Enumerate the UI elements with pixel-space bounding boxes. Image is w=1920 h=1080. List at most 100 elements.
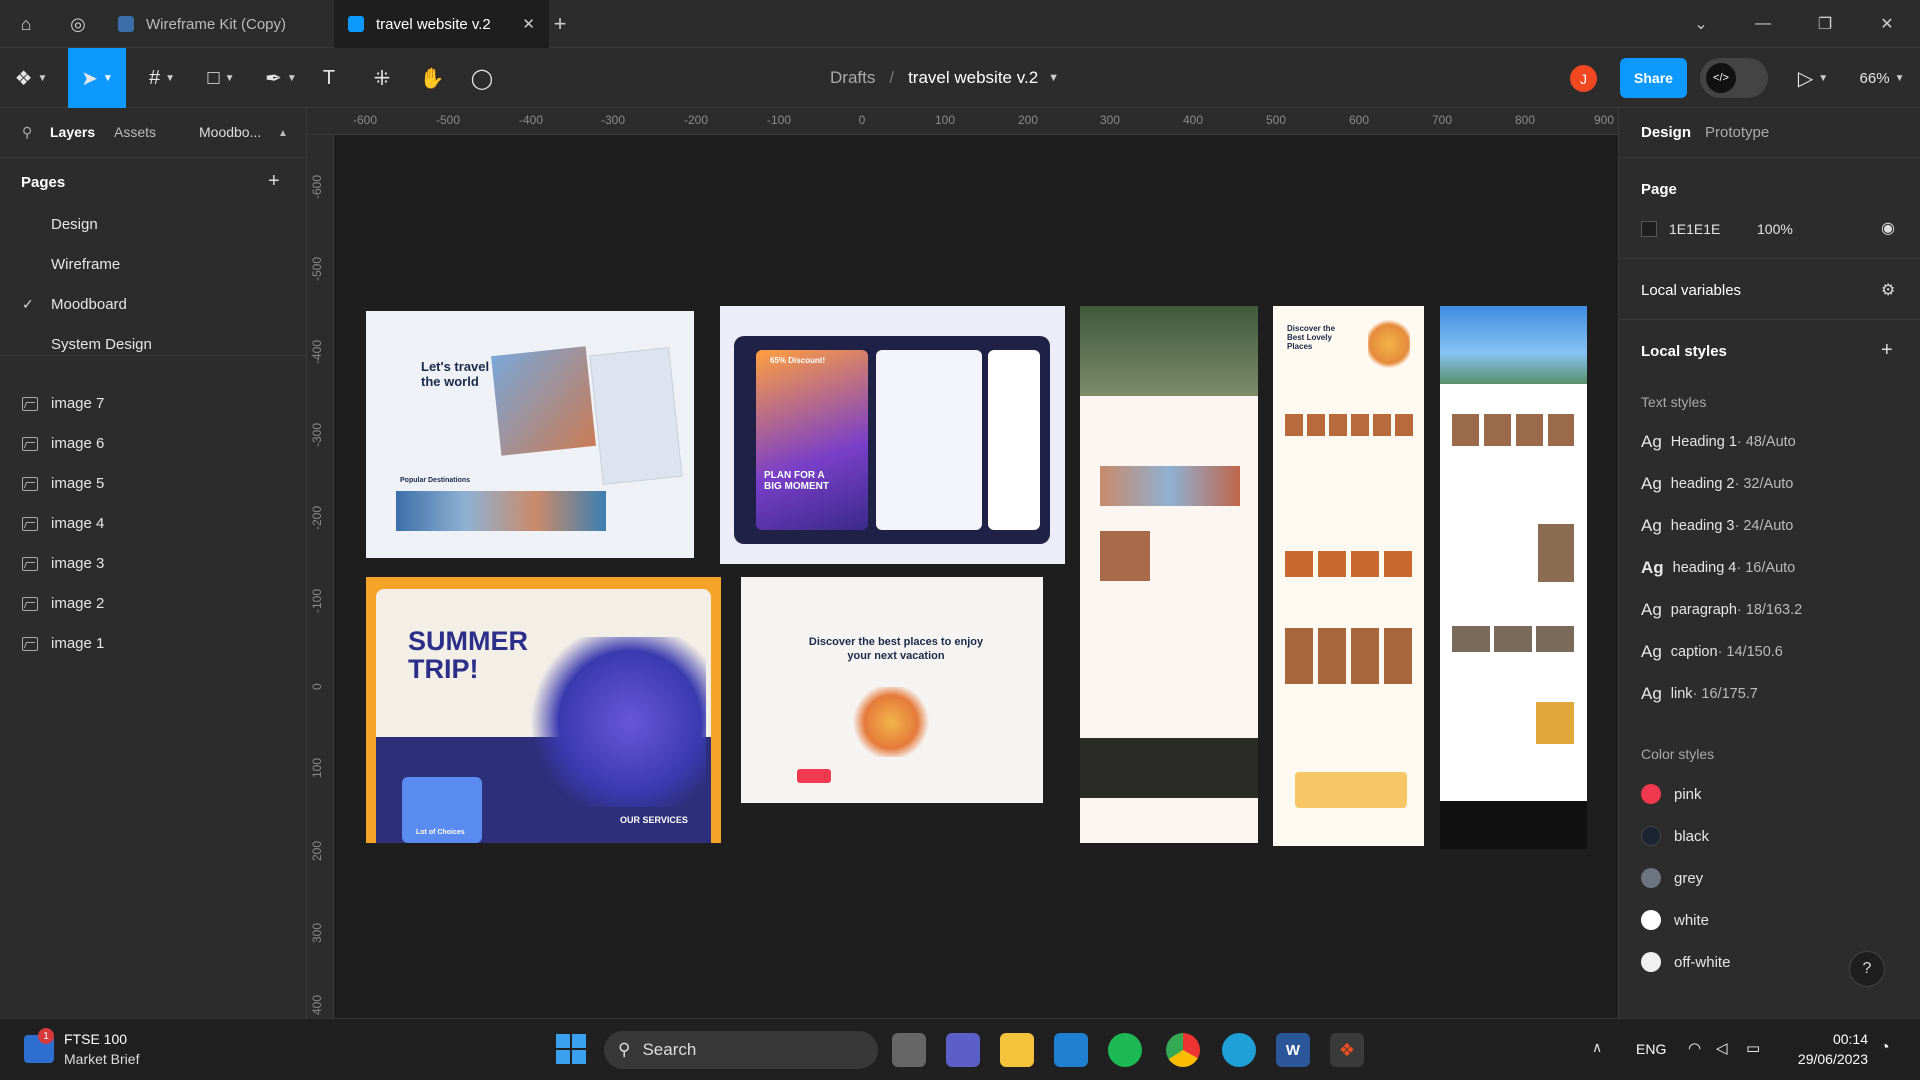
color-swatch	[1641, 784, 1661, 804]
text-style-item[interactable]: Ag Heading 1 · 48/Auto	[1641, 432, 1796, 452]
local-variables-label[interactable]: Local variables	[1641, 282, 1741, 299]
text-style-item[interactable]: Ag link · 16/175.7	[1641, 684, 1758, 704]
language-indicator[interactable]: ENG	[1636, 1041, 1666, 1057]
spotify-icon[interactable]	[1108, 1033, 1142, 1067]
page-wireframe[interactable]: Wireframe	[51, 256, 120, 273]
search-icon[interactable]: ⚲	[22, 124, 32, 141]
layer-image-7[interactable]: image 7	[22, 395, 104, 412]
windows-start-icon[interactable]	[556, 1034, 586, 1064]
taskbar-search[interactable]: ⚲ Search	[604, 1031, 878, 1069]
moodboard-image-lovely-places[interactable]: Discover the Best Lovely Places	[1273, 306, 1424, 846]
moodboard-image-big-moment[interactable]: 65% Discount! PLAN FOR A BIG MOMENT	[720, 306, 1065, 564]
widget-title[interactable]: FTSE 100	[64, 1031, 127, 1047]
color-style-item[interactable]: pink	[1641, 784, 1702, 804]
task-view-icon[interactable]	[892, 1033, 926, 1067]
share-button[interactable]: Share	[1620, 58, 1687, 98]
text-style-item[interactable]: Ag caption · 14/150.6	[1641, 642, 1783, 662]
close-window-button[interactable]: ✕	[1856, 0, 1918, 48]
widget-subtitle[interactable]: Market Brief	[64, 1051, 139, 1067]
battery-icon[interactable]: ▭	[1746, 1039, 1760, 1057]
page-opacity-value[interactable]: 100%	[1757, 221, 1793, 237]
word-icon[interactable]: W	[1276, 1033, 1310, 1067]
ruler-tick: 300	[1099, 113, 1121, 127]
add-style-icon[interactable]: +	[1881, 339, 1893, 362]
comment-tool-icon[interactable]: ◯	[464, 48, 500, 108]
tab-design[interactable]: Design	[1641, 124, 1691, 141]
chevron-up-icon[interactable]: ▲	[278, 128, 288, 139]
page-moodboard[interactable]: Moodboard	[51, 296, 127, 313]
drafts-link[interactable]: Drafts	[830, 68, 875, 88]
hand-tool-icon[interactable]: ✋	[414, 48, 450, 108]
ruler-tick: -100	[310, 588, 324, 613]
moodboard-image-landing-orange[interactable]	[1080, 306, 1258, 843]
tab-layers[interactable]: Layers	[50, 124, 95, 140]
minimize-button[interactable]: —	[1732, 0, 1794, 48]
page-switcher[interactable]: Moodbo...	[199, 124, 261, 140]
ruler-tick: -100	[766, 113, 792, 127]
text-style-item[interactable]: Ag paragraph · 18/163.2	[1641, 600, 1802, 620]
eye-icon[interactable]: ◉	[1881, 218, 1895, 238]
new-tab-icon[interactable]: +	[534, 0, 586, 48]
help-button[interactable]: ?	[1849, 951, 1885, 987]
page-color-value[interactable]: 1E1E1E	[1669, 221, 1720, 237]
chevron-down-icon[interactable]: ▼	[1048, 72, 1059, 84]
image-icon	[22, 596, 38, 611]
wifi-icon[interactable]: ◠	[1688, 1039, 1701, 1057]
canvas[interactable]: Let's travel the world Popular Destinati…	[335, 136, 1618, 1018]
variables-settings-icon[interactable]: ⚙	[1881, 280, 1895, 300]
move-tool-icon[interactable]: ➤ ▼	[68, 48, 126, 108]
figma-menu-icon[interactable]: ❖ ▼	[6, 48, 56, 108]
tab-prototype[interactable]: Prototype	[1705, 124, 1769, 141]
color-style-item[interactable]: black	[1641, 826, 1709, 846]
file-explorer-icon[interactable]	[1000, 1033, 1034, 1067]
frame-tool-icon[interactable]: # ▼	[140, 48, 184, 108]
layer-image-1[interactable]: image 1	[22, 635, 104, 652]
globe-icon[interactable]: ◎	[52, 0, 104, 48]
layer-image-2[interactable]: image 2	[22, 595, 104, 612]
layer-image-5[interactable]: image 5	[22, 475, 104, 492]
clock-date[interactable]: 29/06/2023	[1784, 1051, 1868, 1067]
file-name[interactable]: travel website v.2	[908, 68, 1038, 88]
volume-icon[interactable]: ◁	[1716, 1039, 1728, 1057]
home-icon[interactable]: ⌂	[0, 0, 52, 48]
page-design[interactable]: Design	[51, 216, 98, 233]
components-icon[interactable]: ⁜	[364, 48, 400, 108]
moodboard-image-summer-trip[interactable]: SUMMER TRIP! Lot of Choices OUR SERVICES	[366, 577, 721, 843]
rectangle-tool-icon[interactable]: □ ▼	[198, 48, 244, 108]
present-play-icon[interactable]: ▷ ▼	[1790, 48, 1836, 108]
vscode-icon[interactable]	[1054, 1033, 1088, 1067]
chevron-up-icon[interactable]: ∧	[1592, 1039, 1602, 1056]
tab-assets[interactable]: Assets	[114, 124, 156, 140]
moodboard-image-explore-paradise[interactable]	[1440, 306, 1587, 849]
notifications-icon[interactable]: ◔	[1880, 1039, 1890, 1057]
figma-icon[interactable]: ❖	[1330, 1033, 1364, 1067]
page-color-swatch[interactable]	[1641, 221, 1657, 237]
color-style-item[interactable]: grey	[1641, 868, 1703, 888]
chevron-down-icon[interactable]: ⌄	[1670, 0, 1732, 48]
text-tool-icon[interactable]: T	[314, 48, 344, 108]
page-system-design[interactable]: System Design	[51, 336, 152, 353]
restore-button[interactable]: ❐	[1794, 0, 1856, 48]
clock-time[interactable]: 00:14	[1784, 1031, 1868, 1047]
zoom-menu[interactable]: 66% ▼	[1852, 48, 1912, 108]
dev-mode-toggle[interactable]: </>	[1700, 58, 1768, 98]
moodboard-image-discover-vacation[interactable]: Discover the best places to enjoy your n…	[741, 577, 1043, 803]
edge-icon[interactable]	[1222, 1033, 1256, 1067]
layer-image-6[interactable]: image 6	[22, 435, 104, 452]
pen-tool-icon[interactable]: ✒ ▼	[258, 48, 304, 108]
add-page-icon[interactable]: +	[268, 170, 280, 193]
layer-image-4[interactable]: image 4	[22, 515, 104, 532]
page-heading: Page	[1641, 181, 1677, 198]
text-style-item[interactable]: Ag heading 2 · 32/Auto	[1641, 474, 1793, 494]
avatar[interactable]: J	[1570, 65, 1597, 92]
tab-travel-website[interactable]: travel website v.2 ✕	[334, 0, 549, 48]
moodboard-image-travel-world[interactable]: Let's travel the world Popular Destinati…	[366, 311, 694, 558]
chrome-icon[interactable]	[1166, 1033, 1200, 1067]
color-style-item[interactable]: off-white	[1641, 952, 1730, 972]
layer-image-3[interactable]: image 3	[22, 555, 104, 572]
color-style-item[interactable]: white	[1641, 910, 1709, 930]
text-style-item[interactable]: Ag heading 4 · 16/Auto	[1641, 558, 1795, 578]
tab-wireframe-kit[interactable]: Wireframe Kit (Copy)	[104, 0, 319, 48]
teams-icon[interactable]	[946, 1033, 980, 1067]
text-style-item[interactable]: Ag heading 3 · 24/Auto	[1641, 516, 1793, 536]
